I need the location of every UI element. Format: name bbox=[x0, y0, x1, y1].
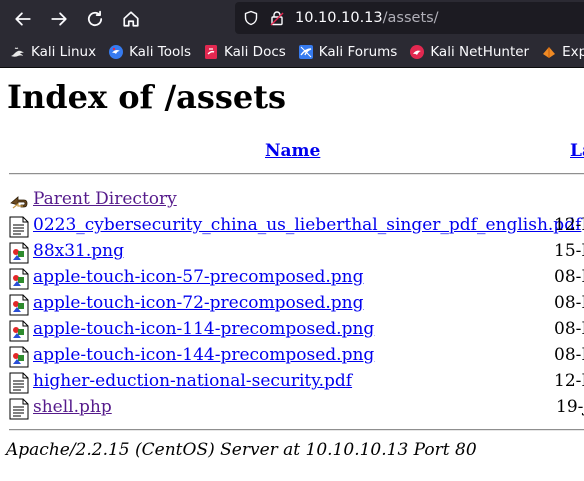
kali-dragon-icon bbox=[11, 47, 24, 57]
bookmark-label: Kali Docs bbox=[224, 44, 286, 60]
file-row: shell.php 19-J bbox=[9, 396, 584, 422]
file-date: 19-J bbox=[556, 397, 584, 417]
bookmark-label: Kali Tools bbox=[129, 44, 191, 60]
bookmark-kali-docs[interactable]: Kali Docs bbox=[203, 44, 286, 60]
file-link[interactable]: shell.php bbox=[33, 396, 112, 418]
file-link[interactable]: apple-touch-icon-72-precomposed.png bbox=[33, 292, 363, 314]
reload-button[interactable] bbox=[78, 2, 112, 36]
forward-arrow-icon bbox=[51, 11, 67, 26]
file-link[interactable]: apple-touch-icon-144-precomposed.png bbox=[33, 344, 374, 366]
bookmarks-toolbar: Kali Linux Kali Tools Kali Docs Kali For… bbox=[0, 37, 584, 68]
bookmark-exploit-db[interactable]: Explo bbox=[541, 44, 584, 60]
bookmark-kali-linux[interactable]: Kali Linux bbox=[10, 44, 96, 60]
bookmark-label: Kali Linux bbox=[31, 44, 97, 60]
home-icon bbox=[123, 10, 139, 27]
image-file-icon bbox=[9, 320, 29, 342]
column-header-last-modified[interactable]: La bbox=[570, 141, 584, 161]
bookmark-label: Kali Forums bbox=[318, 44, 398, 60]
footer-divider bbox=[9, 429, 584, 431]
file-date: 12-F bbox=[554, 215, 584, 235]
column-header-name[interactable]: Name bbox=[265, 141, 320, 161]
insecure-lock-icon[interactable] bbox=[269, 10, 285, 26]
header-divider bbox=[9, 173, 584, 175]
kali-docs-icon bbox=[205, 45, 217, 59]
url-path: /assets/ bbox=[382, 10, 439, 26]
image-file-icon bbox=[9, 268, 29, 290]
forward-button[interactable] bbox=[42, 2, 76, 36]
back-arrow-icon bbox=[15, 11, 31, 26]
file-link[interactable]: 88x31.png bbox=[33, 240, 124, 262]
text-file-icon bbox=[9, 216, 29, 238]
file-row: higher-eduction-national-security.pdf 12… bbox=[9, 370, 584, 396]
back-button[interactable] bbox=[6, 2, 40, 36]
file-row: apple-touch-icon-144-precomposed.png 08-… bbox=[9, 344, 584, 370]
page-title: Index of /assets bbox=[7, 78, 287, 116]
home-button[interactable] bbox=[114, 2, 148, 36]
address-bar[interactable]: 10.10.10.13/assets/ bbox=[235, 2, 584, 34]
browser-toolbar: 10.10.10.13/assets/ bbox=[0, 0, 584, 37]
parent-directory-link[interactable]: Parent Directory bbox=[33, 188, 177, 210]
file-date: 12-F bbox=[554, 371, 584, 391]
bookmark-kali-tools[interactable]: Kali Tools bbox=[108, 44, 191, 60]
bookmark-label: Kali NetHunter bbox=[430, 44, 530, 60]
file-link[interactable]: apple-touch-icon-114-precomposed.png bbox=[33, 318, 374, 340]
server-signature: Apache/2.2.15 (CentOS) Server at 10.10.1… bbox=[6, 440, 477, 460]
bookmark-kali-nethunter[interactable]: Kali NetHunter bbox=[409, 44, 529, 60]
image-file-icon bbox=[9, 294, 29, 316]
url-host: 10.10.10.13 bbox=[295, 10, 383, 26]
file-row: apple-touch-icon-72-precomposed.png 08-F bbox=[9, 292, 584, 318]
file-row: 88x31.png 15-N bbox=[9, 240, 584, 266]
file-date: 08-F bbox=[554, 267, 584, 287]
image-file-icon bbox=[9, 242, 29, 264]
image-file-icon bbox=[9, 346, 29, 368]
text-file-icon bbox=[9, 398, 29, 420]
page-content: Index of /assets Name La Parent Director… bbox=[0, 68, 584, 481]
file-row: 0223_cybersecurity_china_us_lieberthal_s… bbox=[9, 214, 584, 240]
back-folder-icon bbox=[10, 196, 28, 209]
file-date: 15-N bbox=[554, 241, 584, 261]
file-link[interactable]: higher-eduction-national-security.pdf bbox=[33, 370, 352, 392]
file-link[interactable]: apple-touch-icon-57-precomposed.png bbox=[33, 266, 363, 288]
kali-nethunter-icon bbox=[410, 45, 425, 59]
file-date: 08-F bbox=[554, 319, 584, 339]
bookmark-kali-forums[interactable]: Kali Forums bbox=[298, 44, 398, 60]
exploit-db-icon bbox=[543, 47, 556, 58]
shield-icon[interactable] bbox=[243, 10, 259, 26]
file-date: 08-F bbox=[554, 345, 584, 365]
bookmark-label: Explo bbox=[562, 44, 584, 60]
reload-icon bbox=[87, 10, 103, 26]
url-text: 10.10.10.13/assets/ bbox=[295, 10, 439, 26]
text-file-icon bbox=[9, 372, 29, 394]
file-date: 08-F bbox=[554, 293, 584, 313]
file-link[interactable]: 0223_cybersecurity_china_us_lieberthal_s… bbox=[33, 214, 581, 236]
kali-forums-icon bbox=[298, 45, 313, 59]
file-row: apple-touch-icon-114-precomposed.png 08-… bbox=[9, 318, 584, 344]
parent-directory-row: Parent Directory bbox=[9, 188, 584, 214]
file-row: apple-touch-icon-57-precomposed.png 08-F bbox=[9, 266, 584, 292]
kali-tools-icon bbox=[109, 45, 124, 59]
